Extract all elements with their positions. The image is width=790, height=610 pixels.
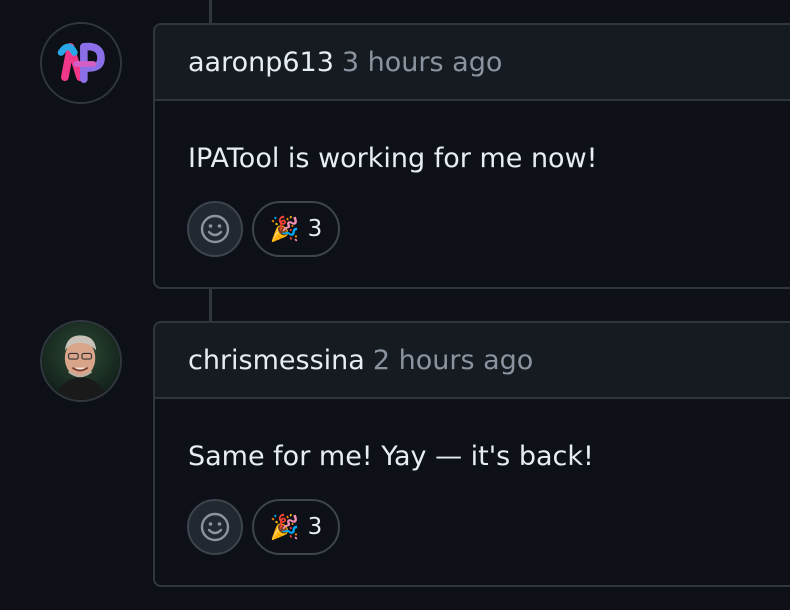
comment-author[interactable]: chrismessina: [188, 345, 365, 376]
smiley-icon: [200, 512, 230, 542]
add-reaction-button[interactable]: [187, 201, 243, 257]
comment-header: aaronp613 3 hours ago: [155, 25, 790, 101]
reactions-bar: 🎉 3: [187, 499, 340, 555]
add-reaction-button[interactable]: [187, 499, 243, 555]
reaction-count: 3: [307, 216, 323, 242]
comment-body: Same for me! Yay — it's back!: [188, 441, 594, 472]
ap-logo-icon: [42, 24, 120, 102]
avatar-chrismessina[interactable]: [40, 320, 122, 402]
comment-timestamp[interactable]: 3 hours ago: [342, 47, 502, 78]
party-popper-icon: 🎉: [269, 215, 300, 243]
reactions-bar: 🎉 3: [187, 201, 340, 257]
comment-header: chrismessina 2 hours ago: [155, 323, 790, 399]
comment-card: aaronp613 3 hours ago IPATool is working…: [153, 23, 790, 289]
comment-body: IPATool is working for me now!: [188, 143, 598, 174]
party-popper-icon: 🎉: [269, 513, 300, 541]
smiley-icon: [200, 214, 230, 244]
reaction-hooray-button[interactable]: 🎉 3: [252, 499, 340, 555]
comment-author[interactable]: aaronp613: [188, 47, 334, 78]
comment-timestamp[interactable]: 2 hours ago: [373, 345, 533, 376]
timeline-line-top: [209, 0, 212, 24]
reaction-count: 3: [307, 514, 323, 540]
timeline-line-middle: [209, 288, 212, 322]
user-photo-icon: [42, 322, 120, 400]
avatar-aaronp613[interactable]: [40, 22, 122, 104]
reaction-hooray-button[interactable]: 🎉 3: [252, 201, 340, 257]
comment-card: chrismessina 2 hours ago Same for me! Ya…: [153, 321, 790, 587]
